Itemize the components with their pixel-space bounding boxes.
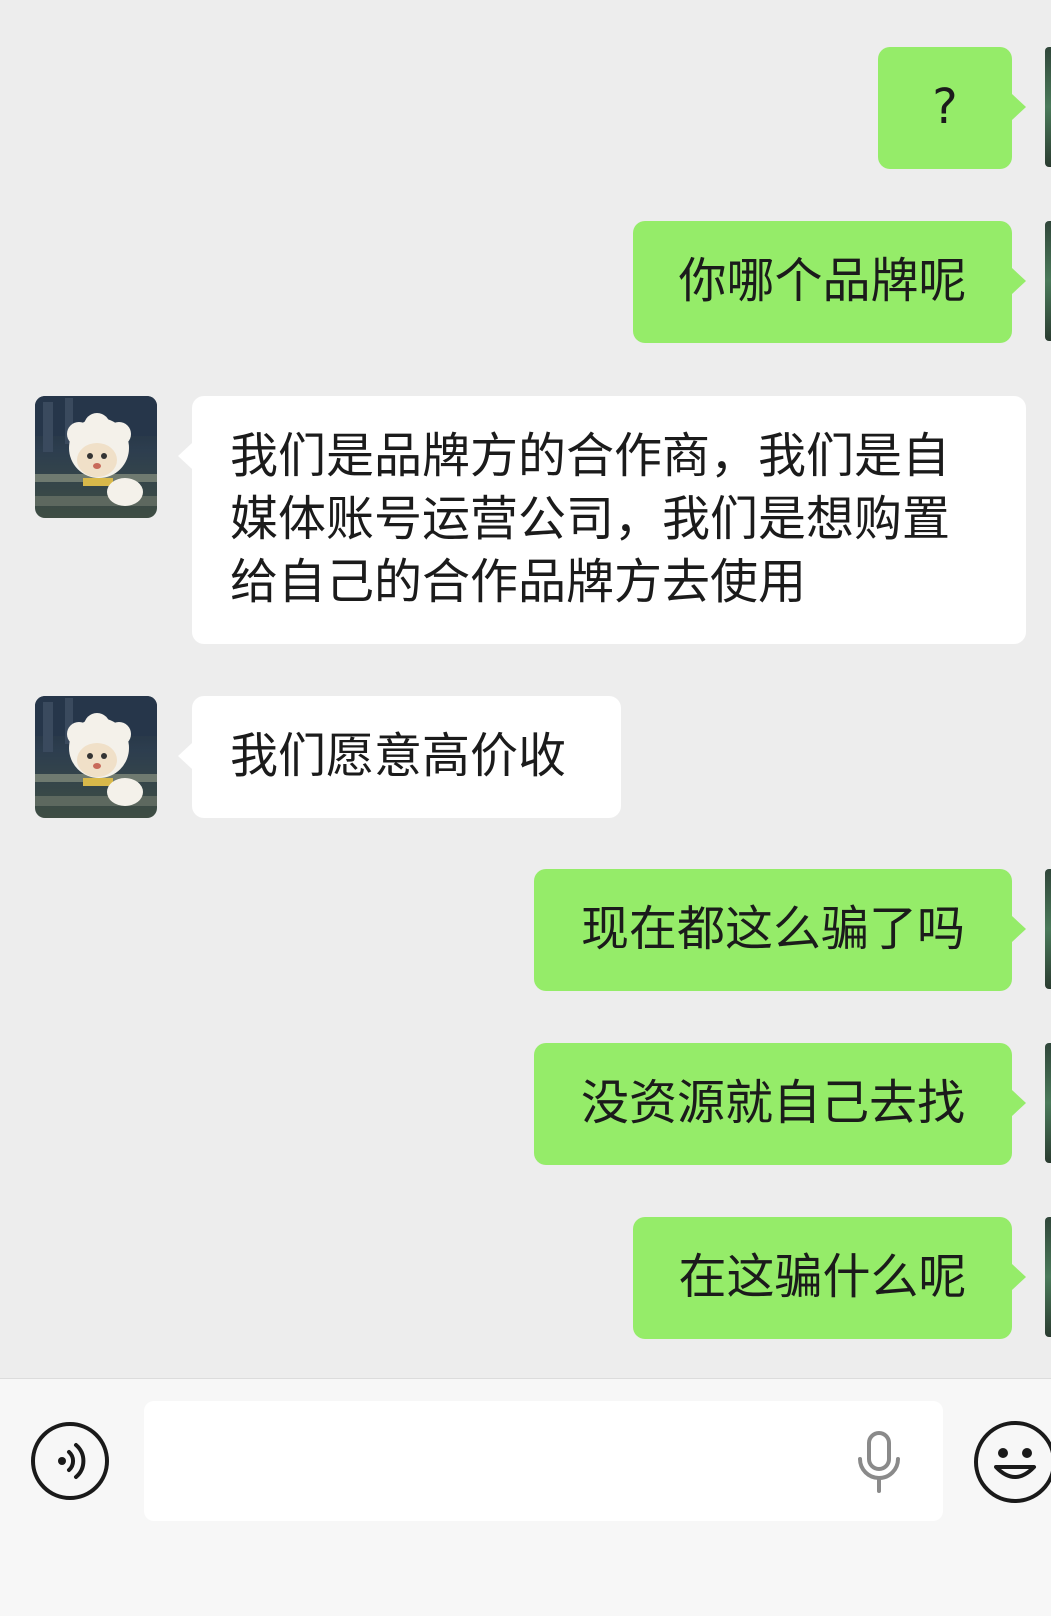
contact-avatar[interactable] xyxy=(35,396,157,518)
emoji-button[interactable] xyxy=(974,1421,1051,1503)
self-avatar[interactable] xyxy=(1045,1043,1051,1163)
emoji-icon xyxy=(994,1448,1036,1479)
contact-avatar[interactable] xyxy=(35,696,157,818)
message-bubble[interactable]: 在这骗什么呢 xyxy=(633,1217,1012,1339)
message-bubble[interactable]: 没资源就自己去找 xyxy=(534,1043,1012,1165)
message-bubble[interactable]: 你哪个品牌呢 xyxy=(633,221,1012,343)
sheep-cartoon-icon xyxy=(35,696,157,806)
message-bubble[interactable]: 我们是品牌方的合作商，我们是自媒体账号运营公司，我们是想购置给自己的合作品牌方去… xyxy=(192,396,1026,644)
self-avatar[interactable] xyxy=(1045,1217,1051,1337)
chat-message-list[interactable]: ? 你哪个品牌呢 我们是品牌方的合作商，我们是自媒体账号运营公司，我们是想购置给… xyxy=(0,0,1051,1378)
message-bubble[interactable]: 现在都这么骗了吗 xyxy=(534,869,1012,991)
self-avatar[interactable] xyxy=(1045,869,1051,989)
message-bubble[interactable]: 我们愿意高价收 xyxy=(192,696,621,818)
message-bubble[interactable]: ? xyxy=(878,47,1012,169)
message-input[interactable] xyxy=(144,1401,943,1521)
sheep-cartoon-icon xyxy=(35,396,157,506)
microphone-icon[interactable] xyxy=(854,1431,904,1493)
chat-input-bar xyxy=(0,1378,1051,1616)
voice-toggle-icon xyxy=(58,1443,86,1479)
self-avatar[interactable] xyxy=(1045,221,1051,341)
self-avatar[interactable] xyxy=(1045,47,1051,167)
voice-toggle-button[interactable] xyxy=(31,1422,109,1500)
